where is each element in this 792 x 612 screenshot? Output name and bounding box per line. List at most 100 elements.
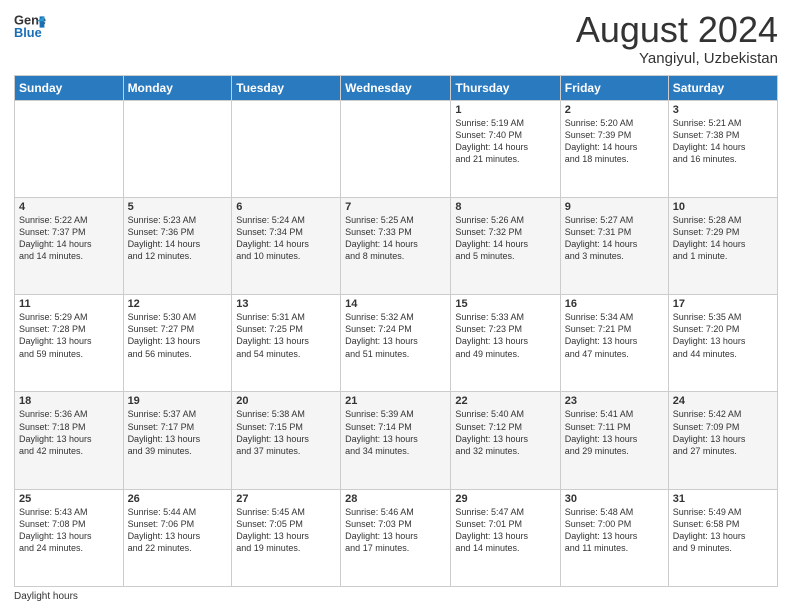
day-info: Sunrise: 5:20 AM Sunset: 7:39 PM Dayligh… <box>565 117 664 166</box>
calendar-cell-5-4: 28Sunrise: 5:46 AM Sunset: 7:03 PM Dayli… <box>341 489 451 586</box>
day-info: Sunrise: 5:46 AM Sunset: 7:03 PM Dayligh… <box>345 506 446 555</box>
calendar-dow-tuesday: Tuesday <box>232 75 341 100</box>
day-number: 31 <box>673 493 773 505</box>
day-number: 9 <box>565 201 664 213</box>
day-number: 23 <box>565 395 664 407</box>
daylight-label: Daylight hours <box>14 591 78 602</box>
calendar-week-3: 11Sunrise: 5:29 AM Sunset: 7:28 PM Dayli… <box>15 295 778 392</box>
day-info: Sunrise: 5:30 AM Sunset: 7:27 PM Dayligh… <box>128 311 228 360</box>
day-number: 3 <box>673 104 773 116</box>
calendar-cell-4-3: 20Sunrise: 5:38 AM Sunset: 7:15 PM Dayli… <box>232 392 341 489</box>
calendar-cell-3-2: 12Sunrise: 5:30 AM Sunset: 7:27 PM Dayli… <box>123 295 232 392</box>
day-info: Sunrise: 5:48 AM Sunset: 7:00 PM Dayligh… <box>565 506 664 555</box>
day-info: Sunrise: 5:31 AM Sunset: 7:25 PM Dayligh… <box>236 311 336 360</box>
day-info: Sunrise: 5:26 AM Sunset: 7:32 PM Dayligh… <box>455 214 555 263</box>
day-info: Sunrise: 5:34 AM Sunset: 7:21 PM Dayligh… <box>565 311 664 360</box>
calendar-cell-4-5: 22Sunrise: 5:40 AM Sunset: 7:12 PM Dayli… <box>451 392 560 489</box>
day-info: Sunrise: 5:19 AM Sunset: 7:40 PM Dayligh… <box>455 117 555 166</box>
calendar-cell-1-6: 2Sunrise: 5:20 AM Sunset: 7:39 PM Daylig… <box>560 100 668 197</box>
calendar-cell-3-6: 16Sunrise: 5:34 AM Sunset: 7:21 PM Dayli… <box>560 295 668 392</box>
day-number: 22 <box>455 395 555 407</box>
calendar-cell-5-3: 27Sunrise: 5:45 AM Sunset: 7:05 PM Dayli… <box>232 489 341 586</box>
calendar-cell-3-1: 11Sunrise: 5:29 AM Sunset: 7:28 PM Dayli… <box>15 295 124 392</box>
calendar-dow-saturday: Saturday <box>668 75 777 100</box>
day-number: 18 <box>19 395 119 407</box>
day-info: Sunrise: 5:33 AM Sunset: 7:23 PM Dayligh… <box>455 311 555 360</box>
day-number: 10 <box>673 201 773 213</box>
day-info: Sunrise: 5:38 AM Sunset: 7:15 PM Dayligh… <box>236 408 336 457</box>
day-info: Sunrise: 5:21 AM Sunset: 7:38 PM Dayligh… <box>673 117 773 166</box>
page: General Blue August 2024 Yangiyul, Uzbek… <box>0 0 792 612</box>
calendar-cell-1-2 <box>123 100 232 197</box>
day-number: 1 <box>455 104 555 116</box>
calendar-week-1: 1Sunrise: 5:19 AM Sunset: 7:40 PM Daylig… <box>15 100 778 197</box>
calendar-cell-1-3 <box>232 100 341 197</box>
calendar-cell-2-7: 10Sunrise: 5:28 AM Sunset: 7:29 PM Dayli… <box>668 197 777 294</box>
calendar-cell-4-4: 21Sunrise: 5:39 AM Sunset: 7:14 PM Dayli… <box>341 392 451 489</box>
calendar-cell-2-3: 6Sunrise: 5:24 AM Sunset: 7:34 PM Daylig… <box>232 197 341 294</box>
day-number: 21 <box>345 395 446 407</box>
day-info: Sunrise: 5:43 AM Sunset: 7:08 PM Dayligh… <box>19 506 119 555</box>
day-number: 30 <box>565 493 664 505</box>
calendar-cell-4-7: 24Sunrise: 5:42 AM Sunset: 7:09 PM Dayli… <box>668 392 777 489</box>
day-info: Sunrise: 5:23 AM Sunset: 7:36 PM Dayligh… <box>128 214 228 263</box>
calendar-dow-sunday: Sunday <box>15 75 124 100</box>
calendar-cell-4-2: 19Sunrise: 5:37 AM Sunset: 7:17 PM Dayli… <box>123 392 232 489</box>
day-number: 2 <box>565 104 664 116</box>
day-info: Sunrise: 5:28 AM Sunset: 7:29 PM Dayligh… <box>673 214 773 263</box>
calendar-cell-2-6: 9Sunrise: 5:27 AM Sunset: 7:31 PM Daylig… <box>560 197 668 294</box>
day-info: Sunrise: 5:24 AM Sunset: 7:34 PM Dayligh… <box>236 214 336 263</box>
calendar-cell-3-5: 15Sunrise: 5:33 AM Sunset: 7:23 PM Dayli… <box>451 295 560 392</box>
day-number: 27 <box>236 493 336 505</box>
day-number: 16 <box>565 298 664 310</box>
day-number: 11 <box>19 298 119 310</box>
day-info: Sunrise: 5:27 AM Sunset: 7:31 PM Dayligh… <box>565 214 664 263</box>
calendar-dow-friday: Friday <box>560 75 668 100</box>
svg-text:Blue: Blue <box>14 25 42 40</box>
day-number: 15 <box>455 298 555 310</box>
calendar-header-row: SundayMondayTuesdayWednesdayThursdayFrid… <box>15 75 778 100</box>
calendar-cell-3-7: 17Sunrise: 5:35 AM Sunset: 7:20 PM Dayli… <box>668 295 777 392</box>
day-number: 4 <box>19 201 119 213</box>
day-number: 8 <box>455 201 555 213</box>
day-number: 20 <box>236 395 336 407</box>
calendar-cell-5-2: 26Sunrise: 5:44 AM Sunset: 7:06 PM Dayli… <box>123 489 232 586</box>
day-number: 24 <box>673 395 773 407</box>
calendar-dow-thursday: Thursday <box>451 75 560 100</box>
day-number: 12 <box>128 298 228 310</box>
calendar-cell-5-7: 31Sunrise: 5:49 AM Sunset: 6:58 PM Dayli… <box>668 489 777 586</box>
calendar-cell-2-1: 4Sunrise: 5:22 AM Sunset: 7:37 PM Daylig… <box>15 197 124 294</box>
day-info: Sunrise: 5:44 AM Sunset: 7:06 PM Dayligh… <box>128 506 228 555</box>
calendar-table: SundayMondayTuesdayWednesdayThursdayFrid… <box>14 75 778 587</box>
day-info: Sunrise: 5:45 AM Sunset: 7:05 PM Dayligh… <box>236 506 336 555</box>
calendar-cell-2-4: 7Sunrise: 5:25 AM Sunset: 7:33 PM Daylig… <box>341 197 451 294</box>
calendar-cell-3-3: 13Sunrise: 5:31 AM Sunset: 7:25 PM Dayli… <box>232 295 341 392</box>
day-info: Sunrise: 5:22 AM Sunset: 7:37 PM Dayligh… <box>19 214 119 263</box>
month-year: August 2024 <box>576 10 778 50</box>
footer: Daylight hours <box>14 591 778 602</box>
header: General Blue August 2024 Yangiyul, Uzbek… <box>14 10 778 67</box>
day-number: 26 <box>128 493 228 505</box>
location: Yangiyul, Uzbekistan <box>576 50 778 67</box>
day-number: 14 <box>345 298 446 310</box>
day-number: 29 <box>455 493 555 505</box>
day-number: 25 <box>19 493 119 505</box>
calendar-dow-monday: Monday <box>123 75 232 100</box>
day-number: 28 <box>345 493 446 505</box>
calendar-cell-2-2: 5Sunrise: 5:23 AM Sunset: 7:36 PM Daylig… <box>123 197 232 294</box>
day-info: Sunrise: 5:32 AM Sunset: 7:24 PM Dayligh… <box>345 311 446 360</box>
calendar-cell-5-6: 30Sunrise: 5:48 AM Sunset: 7:00 PM Dayli… <box>560 489 668 586</box>
day-info: Sunrise: 5:37 AM Sunset: 7:17 PM Dayligh… <box>128 408 228 457</box>
day-info: Sunrise: 5:47 AM Sunset: 7:01 PM Dayligh… <box>455 506 555 555</box>
logo: General Blue <box>14 10 46 42</box>
logo-icon: General Blue <box>14 10 46 42</box>
day-info: Sunrise: 5:35 AM Sunset: 7:20 PM Dayligh… <box>673 311 773 360</box>
calendar-week-4: 18Sunrise: 5:36 AM Sunset: 7:18 PM Dayli… <box>15 392 778 489</box>
calendar-cell-1-7: 3Sunrise: 5:21 AM Sunset: 7:38 PM Daylig… <box>668 100 777 197</box>
calendar-cell-4-1: 18Sunrise: 5:36 AM Sunset: 7:18 PM Dayli… <box>15 392 124 489</box>
day-number: 13 <box>236 298 336 310</box>
day-info: Sunrise: 5:36 AM Sunset: 7:18 PM Dayligh… <box>19 408 119 457</box>
calendar-cell-1-4 <box>341 100 451 197</box>
day-info: Sunrise: 5:29 AM Sunset: 7:28 PM Dayligh… <box>19 311 119 360</box>
day-info: Sunrise: 5:42 AM Sunset: 7:09 PM Dayligh… <box>673 408 773 457</box>
